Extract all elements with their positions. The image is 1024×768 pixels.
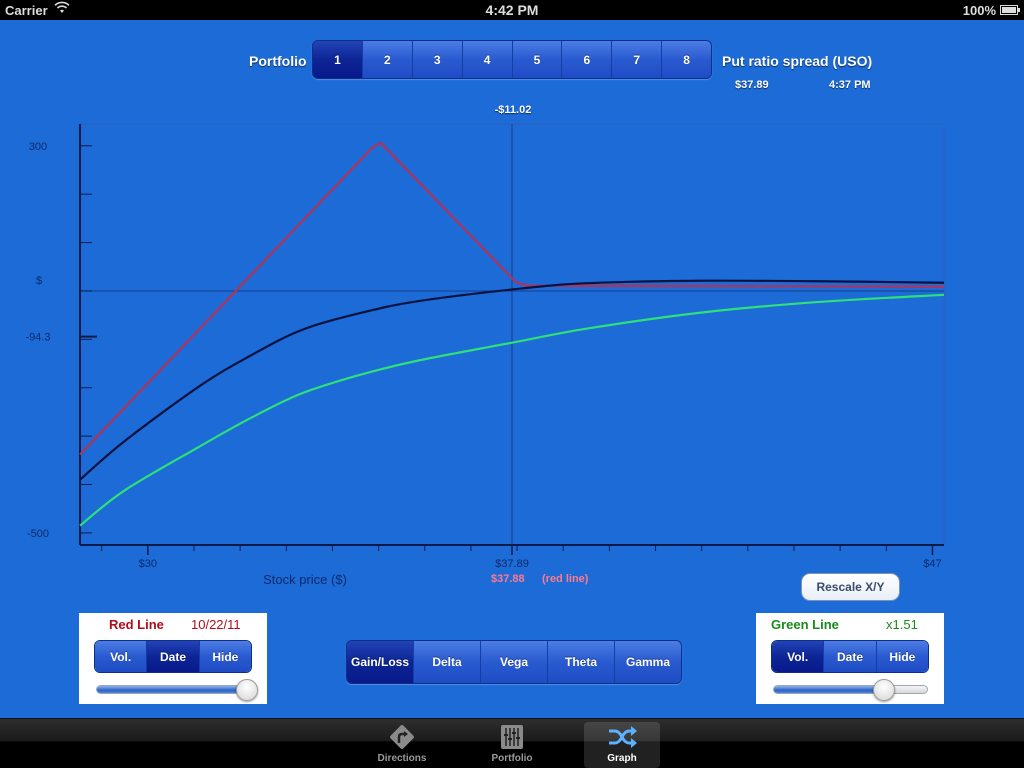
tab-directions[interactable]: Directions — [364, 722, 440, 768]
tab-label: Directions — [377, 753, 427, 764]
x-tick-label: $37.89 — [495, 558, 529, 570]
red-line-slider[interactable] — [96, 679, 258, 701]
segment-option[interactable]: Date — [823, 641, 876, 672]
x-tick-label: $30 — [139, 558, 157, 570]
rescale-button[interactable]: Rescale X/Y — [801, 573, 900, 601]
status-bar: Carrier 4:42 PM 100% — [0, 0, 1024, 20]
red-line-date: 10/22/11 — [191, 617, 241, 632]
red-line-price: $37.88 — [491, 573, 525, 585]
segment-option[interactable]: Vega — [480, 641, 547, 683]
red-line-note: (red line) — [542, 573, 589, 585]
segment-option[interactable]: Gain/Loss — [347, 641, 413, 683]
clock: 4:42 PM — [485, 2, 539, 18]
segment-option[interactable]: Delta — [413, 641, 480, 683]
payoff-chart[interactable]: $30 $37.89 $47 300 -94.3 -500 $ Stock price (… — [0, 20, 1024, 610]
segment-option[interactable]: Gamma — [614, 641, 681, 683]
segment-option[interactable]: Theta — [547, 641, 614, 683]
directions-icon — [385, 722, 419, 752]
segment-option[interactable]: Hide — [198, 641, 251, 672]
y-tick-label: -500 — [27, 528, 49, 540]
tab-bar: Directions Portfolio Graph — [0, 718, 1024, 768]
tab-portfolio[interactable]: Portfolio — [474, 722, 550, 768]
tab-graph[interactable]: Graph — [584, 722, 660, 768]
slider-thumb[interactable] — [873, 679, 896, 701]
x-axis-label: Stock price ($) — [263, 572, 347, 587]
segment-option[interactable]: Date — [146, 641, 199, 672]
battery-percent: 100% — [962, 3, 996, 18]
red-line-title: Red Line — [109, 617, 164, 632]
green-line-mode-selector[interactable]: Vol. Date Hide — [771, 640, 929, 673]
shuffle-icon — [605, 722, 639, 752]
segment-option[interactable]: Hide — [875, 641, 928, 672]
x-tick-label: $47 — [923, 558, 941, 570]
sliders-icon — [495, 722, 529, 752]
green-line-slider[interactable] — [773, 679, 928, 701]
y-axis-label: $ — [36, 275, 42, 287]
green-line-panel: Green Line x1.51 Vol. Date Hide — [756, 613, 944, 704]
slider-thumb[interactable] — [235, 679, 258, 701]
red-line-mode-selector[interactable]: Vol. Date Hide — [94, 640, 252, 673]
green-line-multiplier: x1.51 — [886, 617, 918, 632]
segment-option[interactable]: Vol. — [772, 641, 824, 672]
red-line-panel: Red Line 10/22/11 Vol. Date Hide — [79, 613, 267, 704]
battery-icon — [1000, 5, 1020, 15]
y-tick-label: 300 — [29, 141, 47, 153]
tab-label: Portfolio — [491, 753, 533, 764]
main-view: Portfolio 12345678 Put ratio spread (USO… — [0, 20, 1024, 718]
green-line-title: Green Line — [771, 617, 839, 632]
graph-mode-selector[interactable]: Gain/Loss Delta Vega Theta Gamma — [346, 640, 682, 684]
segment-option[interactable]: Vol. — [95, 641, 147, 672]
y-tick-label: -94.3 — [25, 332, 50, 344]
tab-label: Graph — [607, 753, 637, 764]
